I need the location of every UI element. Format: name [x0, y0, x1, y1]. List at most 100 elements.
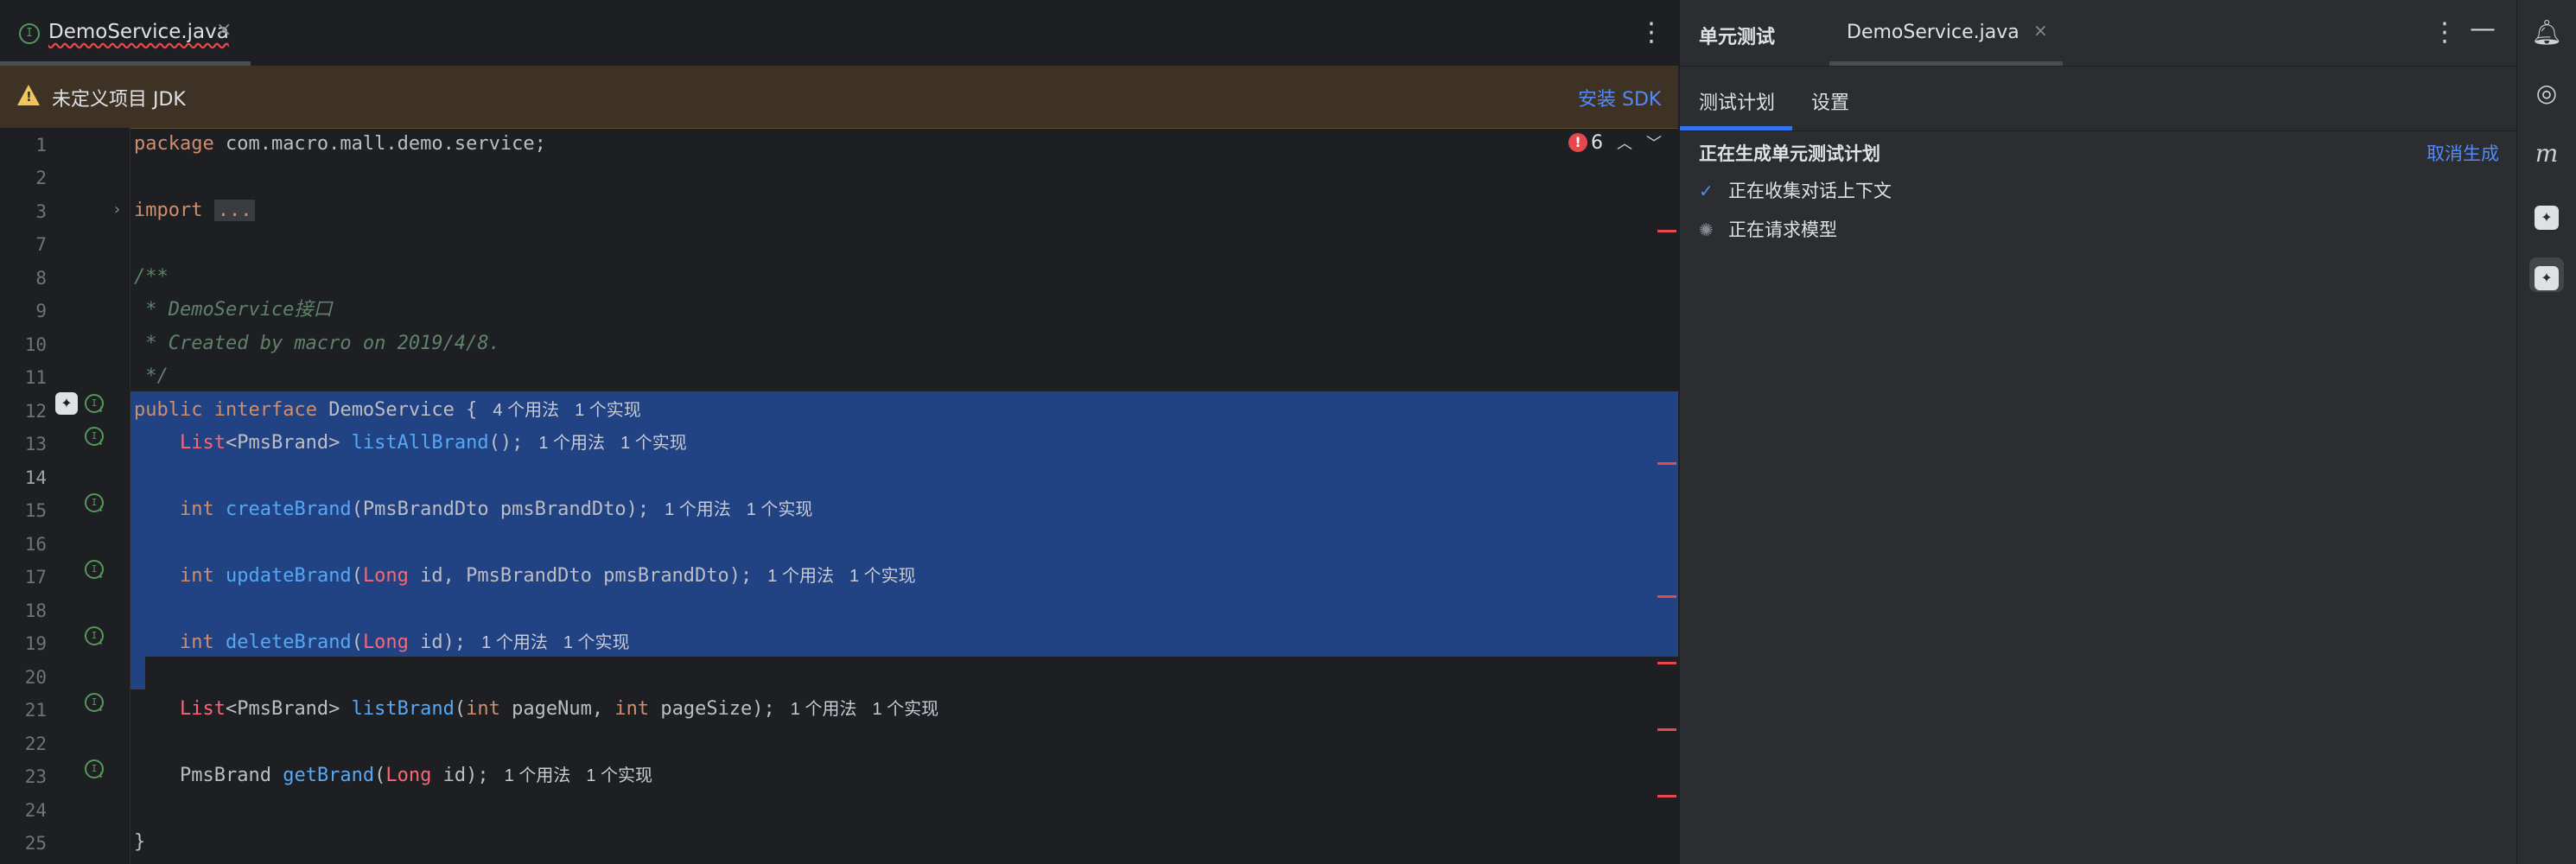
code-area[interactable]: package com.macro.mall.demo.service; imp… — [130, 128, 1714, 864]
code-line: int deleteBrand(Long id); 1 个用法 1 个实现 — [179, 632, 630, 653]
more-options-icon[interactable]: ⋮ — [1638, 17, 1664, 48]
implementations-hint[interactable]: 1 个实现 — [620, 434, 687, 453]
close-icon[interactable]: × — [216, 19, 232, 41]
line-number: 19 — [24, 633, 47, 654]
ai-assistant-swirl-icon[interactable]: ◎ — [2529, 76, 2564, 111]
panel-tab-label: DemoService.java — [1847, 22, 2019, 43]
code-editor: I DemoService.java × ⋮ ! 未定义项目 JDK 安装 SD… — [0, 0, 1714, 864]
ai-generate-gutter-icon[interactable]: ✦ — [55, 392, 78, 415]
line-number: 16 — [24, 534, 47, 555]
step-collect-context: ✓ 正在收集对话上下文 — [1699, 181, 1892, 201]
tab-test-plan[interactable]: 测试计划 — [1699, 87, 1775, 115]
panel-header: 单元测试 DemoService.java × ⋮ — — [1680, 0, 2516, 67]
error-stripe-marker[interactable] — [1657, 662, 1676, 664]
fold-expand-icon[interactable]: › — [114, 200, 120, 219]
line-number: 17 — [24, 567, 47, 588]
cancel-generation-link[interactable]: 取消生成 — [2427, 140, 2499, 166]
code-line: List<PmsBrand> listBrand(int pageNum, in… — [179, 698, 939, 720]
line-number: 7 — [35, 234, 47, 255]
error-icon: ! — [1568, 133, 1587, 152]
code-line: import ... — [134, 194, 256, 227]
notifications-bell-icon[interactable]: 🔔︎ — [2529, 16, 2564, 50]
code-line: public interface DemoService {4 个用法 1 个实现 — [134, 399, 641, 421]
implementation-gutter-icon[interactable]: I — [85, 759, 104, 782]
code-line: package com.macro.mall.demo.service; — [134, 133, 546, 155]
usages-hint[interactable]: 1 个用法 — [481, 633, 548, 652]
line-number: 20 — [24, 667, 47, 688]
m-plugin-icon[interactable]: m — [2529, 137, 2564, 171]
error-stripe-marker[interactable] — [1657, 795, 1676, 797]
error-stripe-marker[interactable] — [1657, 462, 1676, 465]
line-number: 25 — [24, 833, 47, 854]
line-number: 18 — [24, 600, 47, 621]
implementations-hint[interactable]: 1 个实现 — [563, 633, 630, 652]
implementations-hint[interactable]: 1 个实现 — [747, 500, 813, 519]
code-line: } — [134, 831, 146, 853]
more-options-icon[interactable]: ⋮ — [2432, 17, 2458, 48]
jdk-warning-banner: ! 未定义项目 JDK 安装 SDK — [0, 66, 1678, 129]
line-number-current: 14 — [24, 467, 47, 488]
close-icon[interactable]: × — [2033, 20, 2048, 41]
implementation-gutter-icon[interactable]: I — [85, 626, 104, 649]
error-stripe-marker[interactable] — [1657, 595, 1676, 598]
panel-subtabs: 测试计划 设置 — [1680, 67, 2516, 131]
tab-demoservice-java[interactable]: I DemoService.java × — [0, 0, 251, 66]
active-subtab-indicator — [1680, 126, 1792, 130]
implementations-hint[interactable]: 1 个实现 — [575, 401, 641, 420]
code-line: int createBrand(PmsBrandDto pmsBrandDto)… — [179, 499, 813, 520]
line-number: 3 — [35, 201, 47, 222]
implementation-gutter-icon[interactable]: I — [85, 394, 104, 416]
generation-status-title: 正在生成单元测试计划 — [1699, 143, 1880, 164]
interface-icon: I — [19, 23, 40, 44]
editor-tab-bar: I DemoService.java × ⋮ — [0, 0, 1678, 67]
line-number: 22 — [24, 734, 47, 754]
tab-label: DemoService.java — [48, 21, 229, 43]
implementations-hint[interactable]: 1 个实现 — [586, 766, 652, 785]
previous-error-icon[interactable]: ︿ — [1617, 135, 1632, 153]
implementations-hint[interactable]: 1 个实现 — [849, 567, 916, 586]
implementations-hint[interactable]: 1 个实现 — [872, 700, 938, 719]
selection-highlight — [130, 657, 145, 689]
tab-settings[interactable]: 设置 — [1811, 87, 1849, 115]
install-sdk-link[interactable]: 安装 SDK — [1578, 84, 1661, 111]
step-request-model: ✺ 正在请求模型 — [1699, 219, 1837, 240]
line-number: 21 — [24, 700, 47, 721]
code-line: int updateBrand(Long id, PmsBrandDto pms… — [179, 565, 916, 587]
panel-title: 单元测试 — [1699, 27, 1776, 48]
minimize-icon[interactable]: — — [2470, 14, 2496, 44]
line-number: 13 — [24, 434, 47, 454]
usages-hint[interactable]: 1 个用法 — [665, 500, 731, 519]
panel-tab-demoservice[interactable]: DemoService.java × — [1829, 0, 2063, 66]
line-number: 1 — [35, 135, 47, 156]
usages-hint[interactable]: 1 个用法 — [767, 567, 834, 586]
right-tool-rail: 🔔︎ ◎ m ✦ ✦ — [2516, 0, 2576, 864]
code-line: * DemoService接口 — [134, 299, 333, 321]
line-number: 10 — [24, 334, 47, 355]
ai-hex-active-icon[interactable]: ✦ — [2529, 257, 2564, 292]
error-stripe-marker[interactable] — [1657, 230, 1676, 232]
unit-test-panel: 单元测试 DemoService.java × ⋮ — 测试计划 设置 正在生成… — [1679, 0, 2516, 864]
next-error-icon[interactable]: ﹀ — [1646, 135, 1662, 153]
ai-hex-icon[interactable]: ✦ — [2529, 197, 2564, 232]
line-number: 8 — [35, 268, 47, 289]
implementation-gutter-icon[interactable]: I — [85, 560, 104, 582]
implementation-gutter-icon[interactable]: I — [85, 493, 104, 516]
line-number: 11 — [24, 367, 47, 388]
usages-hint[interactable]: 1 个用法 — [538, 434, 605, 453]
usages-hint[interactable]: 1 个用法 — [505, 766, 571, 785]
implementation-gutter-icon[interactable]: I — [85, 427, 104, 449]
usages-hint[interactable]: 4 个用法 — [493, 401, 559, 420]
folded-imports[interactable]: ... — [213, 200, 256, 221]
error-navigator[interactable]: ! 6 ︿ ﹀ — [1568, 131, 1662, 154]
implementation-gutter-icon[interactable]: I — [85, 693, 104, 715]
checkmark-icon: ✓ — [1699, 181, 1714, 201]
warning-icon: ! — [17, 85, 40, 105]
usages-hint[interactable]: 1 个用法 — [791, 700, 857, 719]
code-line: * Created by macro on 2019/4/8. — [134, 333, 500, 354]
error-stripe-marker[interactable] — [1657, 728, 1676, 731]
line-gutter: 1 2 3 › 7 8 9 10 11 12 ✦ I 13 I 14 15 I … — [0, 128, 130, 864]
code-line: */ — [134, 365, 169, 387]
banner-text: 未定义项目 JDK — [52, 89, 186, 111]
code-line: PmsBrand getBrand(Long id); 1 个用法 1 个实现 — [179, 765, 653, 786]
spinner-icon: ✺ — [1699, 219, 1714, 240]
